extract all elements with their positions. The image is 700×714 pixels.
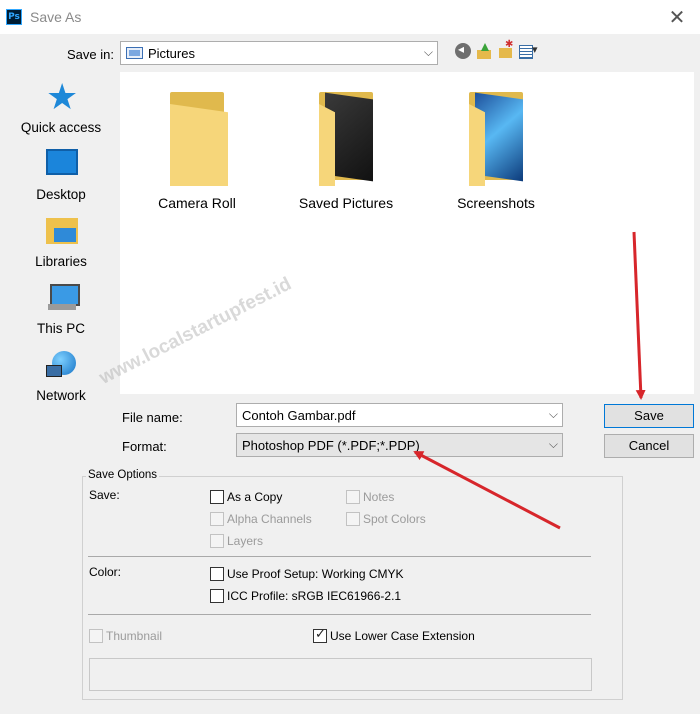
notes-checkbox[interactable] — [346, 490, 360, 504]
sidebar-item-network[interactable]: Network — [16, 344, 106, 406]
chevron-down-icon[interactable]: ⌵ — [549, 407, 558, 422]
spot-colors-checkbox[interactable] — [346, 512, 360, 526]
use-proof-setup-checkbox[interactable] — [210, 567, 224, 581]
folder-item-saved-pictures[interactable]: Saved Pictures — [281, 88, 411, 218]
pictures-folder-icon — [126, 47, 143, 59]
photoshop-app-icon: Ps — [6, 9, 22, 25]
notes-label: Notes — [363, 490, 395, 504]
star-icon — [46, 77, 78, 118]
as-a-copy-checkbox[interactable] — [210, 490, 224, 504]
format-dropdown[interactable]: Photoshop PDF (*.PDF;*.PDP) ⌵ — [236, 433, 563, 457]
folder-name: Camera Roll — [158, 195, 236, 211]
sidebar-item-label: Quick access — [20, 120, 102, 135]
save-button[interactable]: Save — [604, 404, 694, 428]
view-menu-icon[interactable] — [519, 43, 539, 59]
chevron-down-icon: ⌵ — [423, 45, 433, 59]
network-icon — [46, 349, 78, 381]
thumbnail-checkbox[interactable] — [89, 629, 103, 643]
title-bar: Ps Save As ✕ — [0, 0, 700, 34]
sidebar-item-label: Network — [36, 388, 86, 403]
alpha-channels-checkbox[interactable] — [210, 512, 224, 526]
file-name-value: Contoh Gambar.pdf — [242, 408, 356, 423]
sidebar-item-libraries[interactable]: Libraries — [16, 210, 106, 272]
as-a-copy-label: As a Copy — [227, 490, 283, 504]
computer-icon — [46, 282, 80, 314]
options-divider — [88, 556, 591, 557]
alpha-channels-label: Alpha Channels — [227, 512, 312, 526]
sidebar-item-this-pc[interactable]: This PC — [16, 277, 106, 339]
chevron-down-icon: ⌵ — [548, 437, 558, 451]
save-in-label: Save in: — [67, 47, 114, 62]
file-name-input[interactable]: Contoh Gambar.pdf ⌵ — [236, 403, 563, 427]
window-title: Save As — [30, 9, 82, 25]
folder-item-screenshots[interactable]: Screenshots — [431, 88, 561, 218]
folder-front-icon — [469, 104, 485, 186]
sidebar-item-quick-access[interactable]: Quick access — [16, 76, 106, 138]
layers-label: Layers — [227, 534, 264, 548]
file-list-pane[interactable]: Camera Roll Saved Pictures Screenshots — [120, 72, 694, 394]
folder-item-camera-roll[interactable]: Camera Roll — [132, 88, 262, 218]
new-folder-icon[interactable] — [498, 39, 514, 59]
lower-case-extension-checkbox[interactable] — [313, 627, 327, 643]
color-section-label: Color: — [89, 565, 122, 579]
save-in-dropdown[interactable]: Pictures ⌵ — [120, 41, 438, 65]
icc-profile-label: ICC Profile: sRGB IEC61966-2.1 — [227, 589, 402, 603]
libraries-icon — [46, 214, 78, 246]
back-icon[interactable] — [455, 42, 471, 59]
warning-message-box — [89, 658, 592, 691]
folder-name: Screenshots — [457, 195, 535, 211]
sidebar-item-label: Desktop — [36, 187, 86, 202]
sidebar-item-desktop[interactable]: Desktop — [16, 143, 106, 205]
sidebar-item-label: Libraries — [35, 254, 87, 269]
file-name-label: File name: — [122, 410, 183, 425]
use-proof-setup-label: Use Proof Setup: Working CMYK — [227, 567, 404, 581]
folder-front-icon — [170, 104, 228, 186]
icc-profile-checkbox[interactable] — [210, 589, 224, 603]
thumbnail-label: Thumbnail — [106, 629, 163, 643]
close-icon[interactable]: ✕ — [664, 4, 690, 30]
layers-checkbox[interactable] — [210, 534, 224, 548]
format-value: Photoshop PDF (*.PDF;*.PDP) — [242, 438, 420, 453]
desktop-icon — [46, 149, 78, 175]
lower-case-extension-label: Use Lower Case Extension — [330, 629, 475, 643]
up-one-level-icon[interactable] — [476, 43, 492, 59]
folder-name: Saved Pictures — [298, 195, 394, 211]
options-divider — [88, 614, 591, 615]
sidebar-item-label: This PC — [36, 321, 85, 336]
format-label: Format: — [122, 439, 167, 454]
folder-front-icon — [319, 104, 335, 186]
save-options-legend: Save Options — [86, 469, 160, 481]
cancel-button[interactable]: Cancel — [604, 434, 694, 458]
save-section-label: Save: — [89, 488, 120, 502]
save-in-value: Pictures — [148, 46, 195, 61]
spot-colors-label: Spot Colors — [363, 512, 426, 526]
